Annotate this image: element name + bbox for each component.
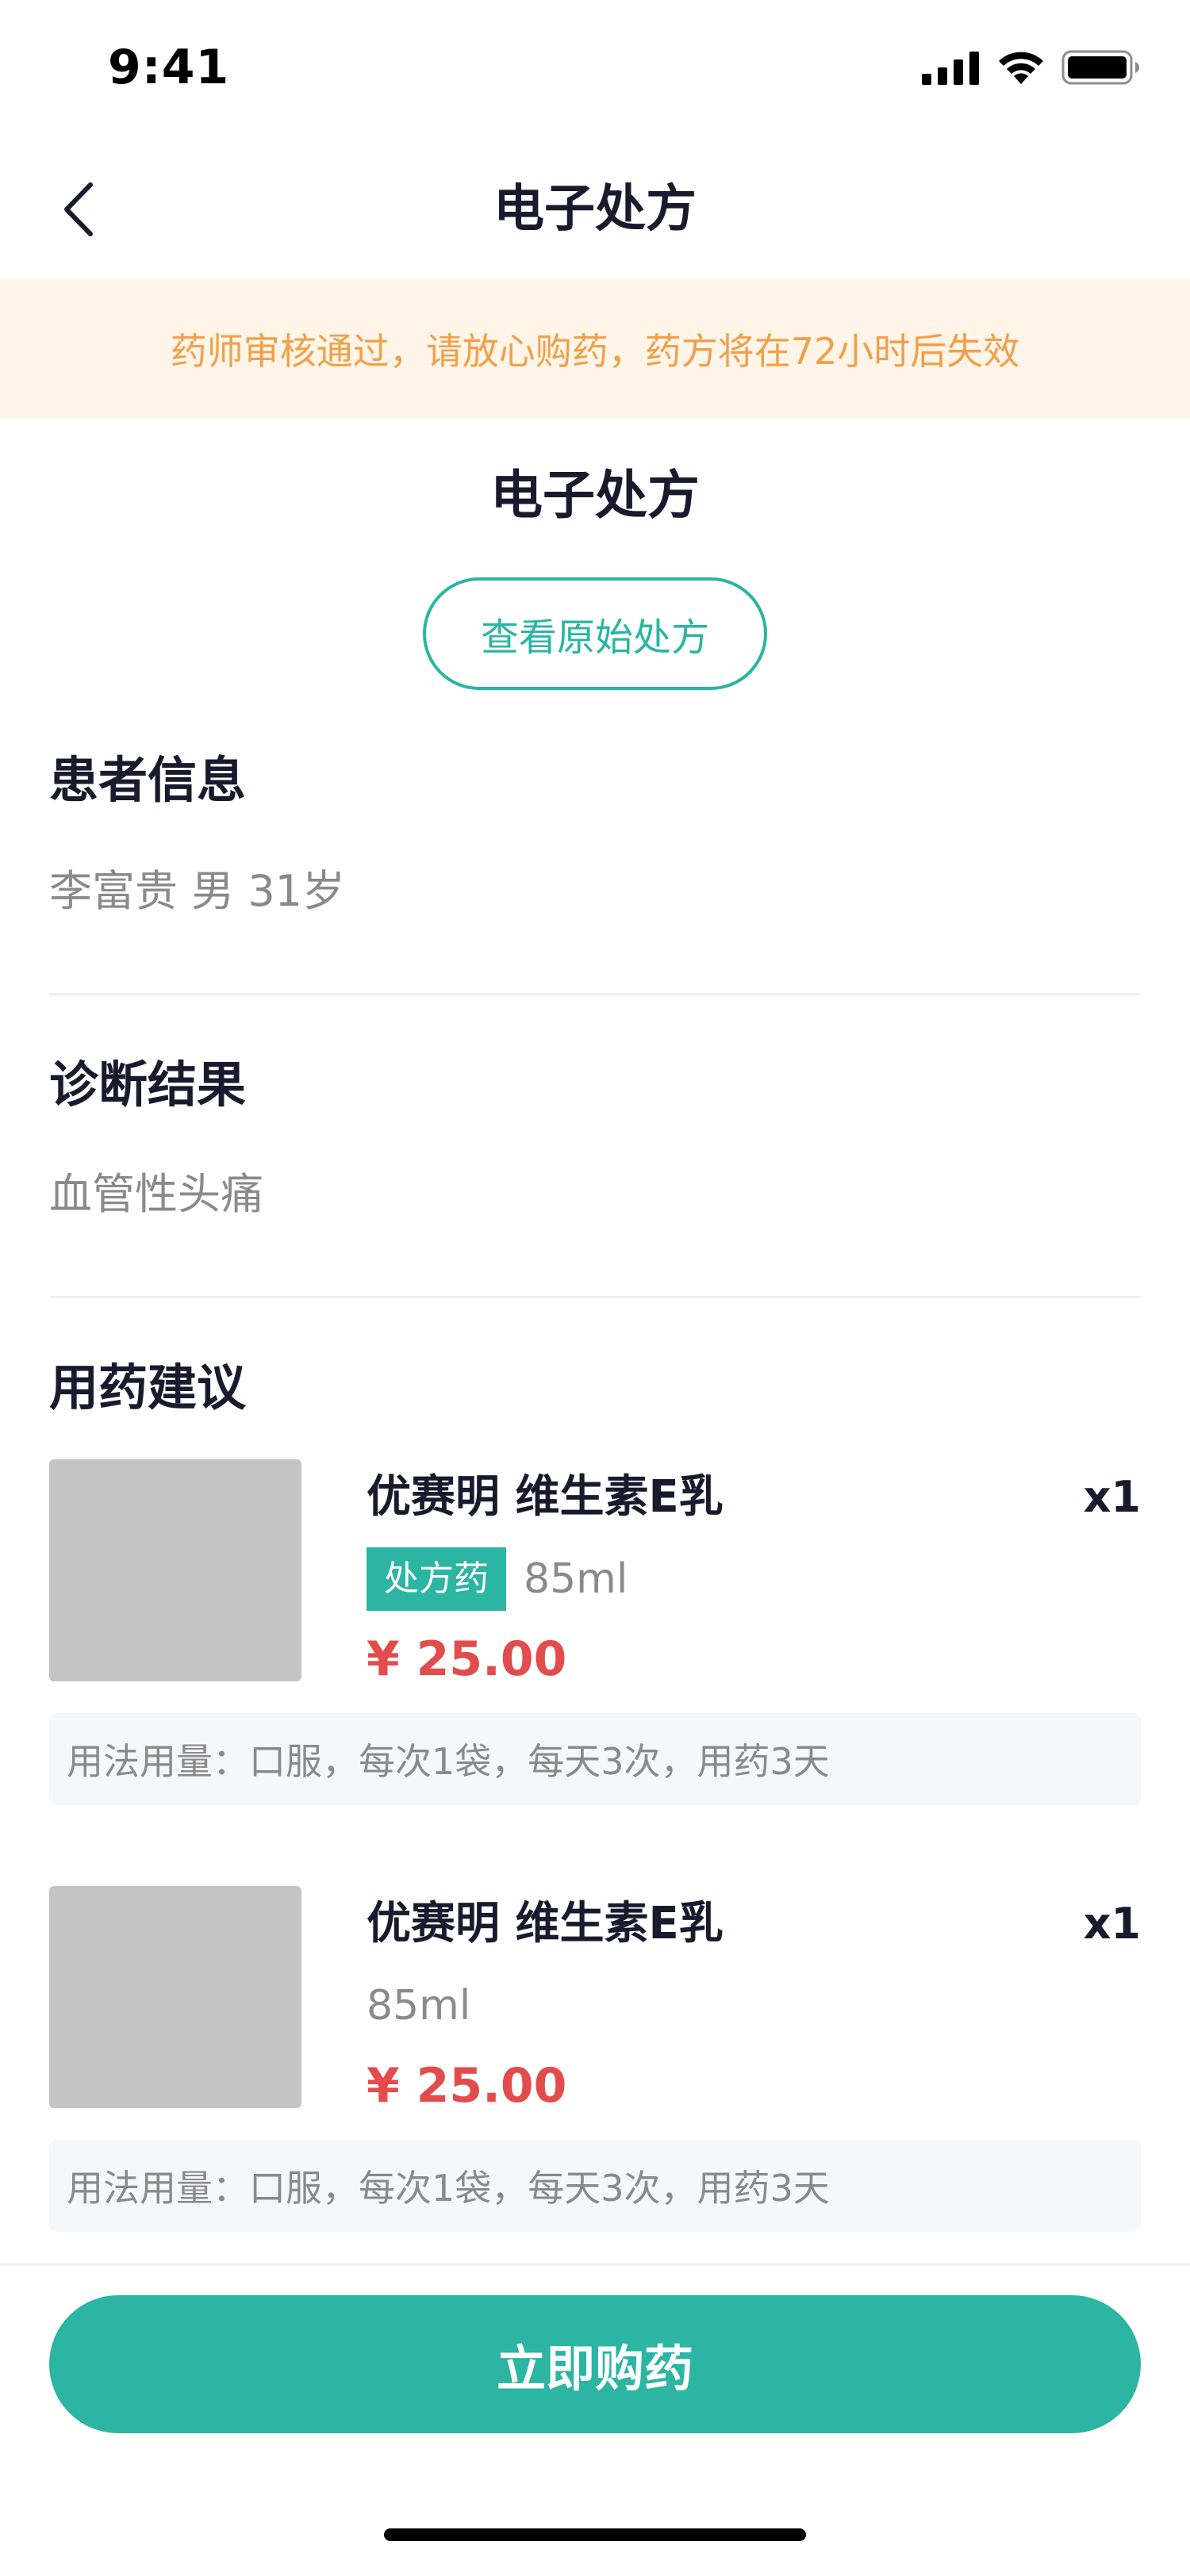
medication-usage: 用法用量：口服，每次1袋，每天3次，用药3天: [49, 2140, 1141, 2232]
medication-price: ¥ 25.00: [367, 1631, 567, 1687]
medication-image: [49, 1459, 301, 1681]
patient-info-value: 李富贵 男 31岁: [49, 866, 346, 916]
wifi-icon: [999, 52, 1043, 84]
divider: [49, 1296, 1141, 1298]
medication-meta: 处方药 85ml: [367, 1547, 628, 1612]
home-indicator: [384, 2528, 806, 2541]
status-bar: 9:41: [0, 0, 1190, 140]
prescription-drug-tag: 处方药: [367, 1547, 506, 1611]
medication-heading: 用药建议: [49, 1359, 247, 1416]
medication-image: [49, 1886, 301, 2108]
cellular-signal-icon: [922, 52, 979, 85]
footer-divider: [0, 2264, 1190, 2266]
status-time: 9:41: [108, 40, 230, 95]
medication-name: 优赛明 维生素E乳: [367, 1898, 724, 1949]
notice-text: 药师审核通过，请放心购药，药方将在72小时后失效: [170, 330, 1020, 373]
diagnosis-value: 血管性头痛: [49, 1169, 263, 1219]
nav-bar: 电子处方: [0, 140, 1190, 279]
medication-usage: 用法用量：口服，每次1袋，每天3次，用药3天: [49, 1713, 1141, 1805]
medication-quantity: x1: [1083, 1472, 1141, 1522]
medication-price: ¥ 25.00: [367, 2058, 567, 2114]
notice-banner: 药师审核通过，请放心购药，药方将在72小时后失效: [0, 279, 1190, 419]
medication-item[interactable]: 优赛明 维生素E乳 x1 处方药 85ml ¥ 25.00 用法用量：口服，每次…: [49, 1459, 1141, 1848]
prescription-title: 电子处方: [490, 465, 700, 526]
medication-spec: 85ml: [367, 1982, 471, 2030]
diagnosis-heading: 诊断结果: [49, 1056, 247, 1114]
divider: [49, 993, 1141, 995]
medication-item[interactable]: 优赛明 维生素E乳 x1 85ml ¥ 25.00 用法用量：口服，每次1袋，每…: [49, 1886, 1141, 2275]
medication-quantity: x1: [1083, 1899, 1141, 1949]
battery-icon: [1061, 50, 1139, 85]
page-title: 电子处方: [493, 180, 697, 239]
medication-name: 优赛明 维生素E乳: [367, 1471, 724, 1523]
patient-info-heading: 患者信息: [49, 751, 247, 809]
medication-meta: 85ml: [367, 1973, 470, 2038]
view-original-prescription-button[interactable]: 查看原始处方: [423, 577, 767, 690]
status-icons: [922, 49, 1141, 86]
buy-now-button[interactable]: 立即购药: [49, 2295, 1141, 2433]
medication-spec: 85ml: [524, 1555, 628, 1603]
